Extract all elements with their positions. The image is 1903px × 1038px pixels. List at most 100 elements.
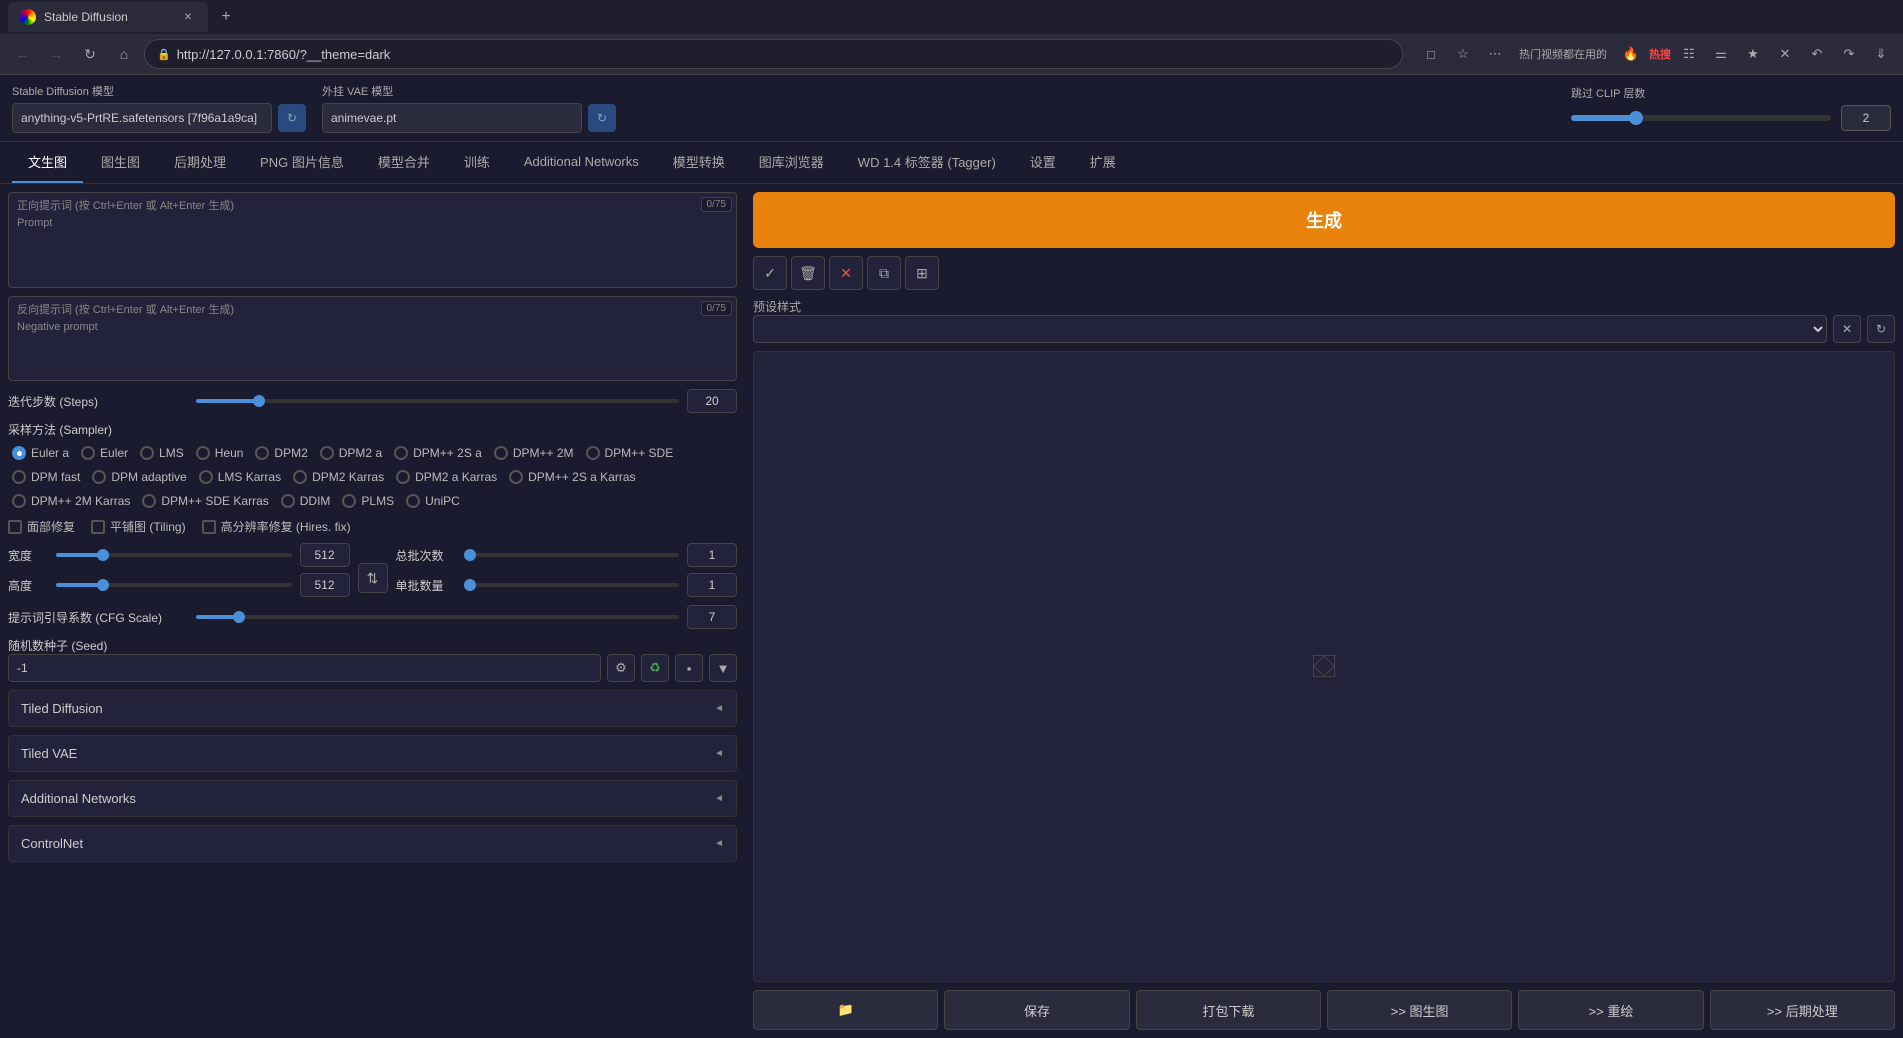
grid-icon[interactable]: ☷ xyxy=(1675,40,1703,68)
batch-count-slider[interactable] xyxy=(464,553,680,557)
open-folder-button[interactable]: 📁 xyxy=(753,990,938,1030)
sampler-dpm2akarras-radio[interactable] xyxy=(396,470,410,484)
send-to-img2img-button[interactable]: >> 图生图 xyxy=(1327,990,1512,1030)
cfg-scale-slider[interactable] xyxy=(196,615,679,619)
close-tab-icon[interactable]: ✕ xyxy=(1771,40,1799,68)
sampler-dpmpp2sa-radio[interactable] xyxy=(394,446,408,460)
sampler-dpmpp2sakarras[interactable]: DPM++ 2S a Karras xyxy=(505,468,639,486)
sampler-dpmpp2m[interactable]: DPM++ 2M xyxy=(490,444,578,462)
accordion-additional-networks-header[interactable]: Additional Networks ◄ xyxy=(9,781,736,816)
sampler-dpmadaptive-radio[interactable] xyxy=(92,470,106,484)
sampler-dpm2a[interactable]: DPM2 a xyxy=(316,444,386,462)
negative-prompt-textarea[interactable] xyxy=(9,333,736,377)
sampler-dpmadaptive[interactable]: DPM adaptive xyxy=(88,468,190,486)
tiling-box[interactable] xyxy=(91,520,105,534)
sampler-dpmpp2m-radio[interactable] xyxy=(494,446,508,460)
sampler-heun[interactable]: Heun xyxy=(192,444,248,462)
sampler-dpmppsde-radio[interactable] xyxy=(586,446,600,460)
home-button[interactable]: ⌂ xyxy=(110,40,138,68)
tab-img2img[interactable]: 图生图 xyxy=(85,142,156,183)
sampler-dpm2[interactable]: DPM2 xyxy=(251,444,311,462)
batch-size-slider[interactable] xyxy=(464,583,680,587)
tab-extensions[interactable]: 扩展 xyxy=(1074,142,1132,183)
app-icon[interactable]: ⚌ xyxy=(1707,40,1735,68)
restore-faces-box[interactable] xyxy=(8,520,22,534)
sampler-dpmpp2sa[interactable]: DPM++ 2S a xyxy=(390,444,486,462)
sampler-euler-a-radio[interactable] xyxy=(12,446,26,460)
tab-settings[interactable]: 设置 xyxy=(1014,142,1072,183)
sampler-dpm2a-radio[interactable] xyxy=(320,446,334,460)
sampler-dpm2karras[interactable]: DPM2 Karras xyxy=(289,468,388,486)
sampler-ddim[interactable]: DDIM xyxy=(277,492,335,510)
sampler-dpm2-radio[interactable] xyxy=(255,446,269,460)
sampler-dpm2akarras[interactable]: DPM2 a Karras xyxy=(392,468,501,486)
bookmark-icon[interactable]: ☆ xyxy=(1449,40,1477,68)
new-tab-button[interactable]: + xyxy=(212,3,240,31)
sd-model-refresh-button[interactable]: ↻ xyxy=(278,104,306,132)
positive-prompt-textarea[interactable] xyxy=(9,229,736,284)
screenshot-icon[interactable]: □ xyxy=(1417,40,1445,68)
sampler-ddim-radio[interactable] xyxy=(281,494,295,508)
tab-additional[interactable]: Additional Networks xyxy=(508,144,655,181)
sampler-dpm2karras-radio[interactable] xyxy=(293,470,307,484)
search-engine-label[interactable]: 热门视频都在用的 xyxy=(1513,40,1613,68)
preset-select[interactable] xyxy=(753,315,1827,343)
sampler-unipc-radio[interactable] xyxy=(406,494,420,508)
sampler-lmskarras-radio[interactable] xyxy=(199,470,213,484)
close-action-button[interactable]: ✕ xyxy=(829,256,863,290)
preset-refresh-button[interactable]: ↻ xyxy=(1867,315,1895,343)
generate-button[interactable]: 生成 xyxy=(753,192,1895,248)
tab-gallery[interactable]: 图库浏览器 xyxy=(743,142,840,183)
vae-model-select[interactable]: animevae.pt xyxy=(322,103,582,133)
sampler-dpmpp2sakarras-radio[interactable] xyxy=(509,470,523,484)
sampler-dpmpp2mkarras-radio[interactable] xyxy=(12,494,26,508)
sampler-dpmfast[interactable]: DPM fast xyxy=(8,468,84,486)
seed-extra-button[interactable]: ▪ xyxy=(675,654,703,682)
bookmark-star-icon[interactable]: ★ xyxy=(1739,40,1767,68)
seed-recycle-button[interactable]: ♻ xyxy=(641,654,669,682)
tab-txt2img[interactable]: 文生图 xyxy=(12,142,83,183)
forward-button[interactable]: → xyxy=(42,40,70,68)
clip-slider-track[interactable] xyxy=(1571,115,1831,121)
sampler-plms-radio[interactable] xyxy=(342,494,356,508)
redo-icon[interactable]: ↷ xyxy=(1835,40,1863,68)
seed-dropdown-button[interactable]: ▼ xyxy=(709,654,737,682)
hires-fix-box[interactable] xyxy=(202,520,216,534)
sampler-dpmppsdekarras[interactable]: DPM++ SDE Karras xyxy=(138,492,272,510)
send-to-extras-button[interactable]: >> 后期处理 xyxy=(1710,990,1895,1030)
sampler-euler-radio[interactable] xyxy=(81,446,95,460)
accordion-tiled-vae-header[interactable]: Tiled VAE ◄ xyxy=(9,736,736,771)
zip-download-button[interactable]: 打包下载 xyxy=(1136,990,1321,1030)
hires-fix-checkbox[interactable]: 高分辨率修复 (Hires. fix) xyxy=(202,518,351,535)
tab-train[interactable]: 训练 xyxy=(448,142,506,183)
back-button[interactable]: ← xyxy=(8,40,36,68)
sd-model-select[interactable]: anything-v5-PrtRE.safetensors [7f96a1a9c… xyxy=(12,103,272,133)
save-action-button[interactable]: ✓ xyxy=(753,256,787,290)
reload-button[interactable]: ↻ xyxy=(76,40,104,68)
tab-tagger[interactable]: WD 1.4 标签器 (Tagger) xyxy=(842,142,1012,183)
width-slider[interactable] xyxy=(56,553,292,557)
extra-action-button[interactable]: ⊞ xyxy=(905,256,939,290)
sampler-dpmppsdekarras-radio[interactable] xyxy=(142,494,156,508)
address-bar[interactable]: 🔒 http://127.0.0.1:7860/?__theme=dark xyxy=(144,39,1403,69)
browser-tab[interactable]: Stable Diffusion ✕ xyxy=(8,2,208,32)
steps-slider[interactable] xyxy=(196,399,679,403)
delete-action-button[interactable]: 🗑 xyxy=(791,256,825,290)
sampler-heun-radio[interactable] xyxy=(196,446,210,460)
sampler-dpmpp2mkarras[interactable]: DPM++ 2M Karras xyxy=(8,492,134,510)
steps-value[interactable]: 20 xyxy=(687,389,737,413)
hot-icon[interactable]: 🔥 xyxy=(1617,40,1645,68)
hot-label[interactable]: 热搜 xyxy=(1649,40,1671,68)
width-value[interactable]: 512 xyxy=(300,543,350,567)
send-to-inpaint-button[interactable]: >> 重绘 xyxy=(1518,990,1703,1030)
sampler-dpmfast-radio[interactable] xyxy=(12,470,26,484)
height-value[interactable]: 512 xyxy=(300,573,350,597)
preset-clear-button[interactable]: ✕ xyxy=(1833,315,1861,343)
batch-size-value[interactable]: 1 xyxy=(687,573,737,597)
tab-close-button[interactable]: ✕ xyxy=(180,9,196,25)
sampler-euler[interactable]: Euler xyxy=(77,444,132,462)
tab-convert[interactable]: 模型转换 xyxy=(657,142,741,183)
download-icon[interactable]: ⇓ xyxy=(1867,40,1895,68)
height-slider[interactable] xyxy=(56,583,292,587)
sampler-lms[interactable]: LMS xyxy=(136,444,188,462)
